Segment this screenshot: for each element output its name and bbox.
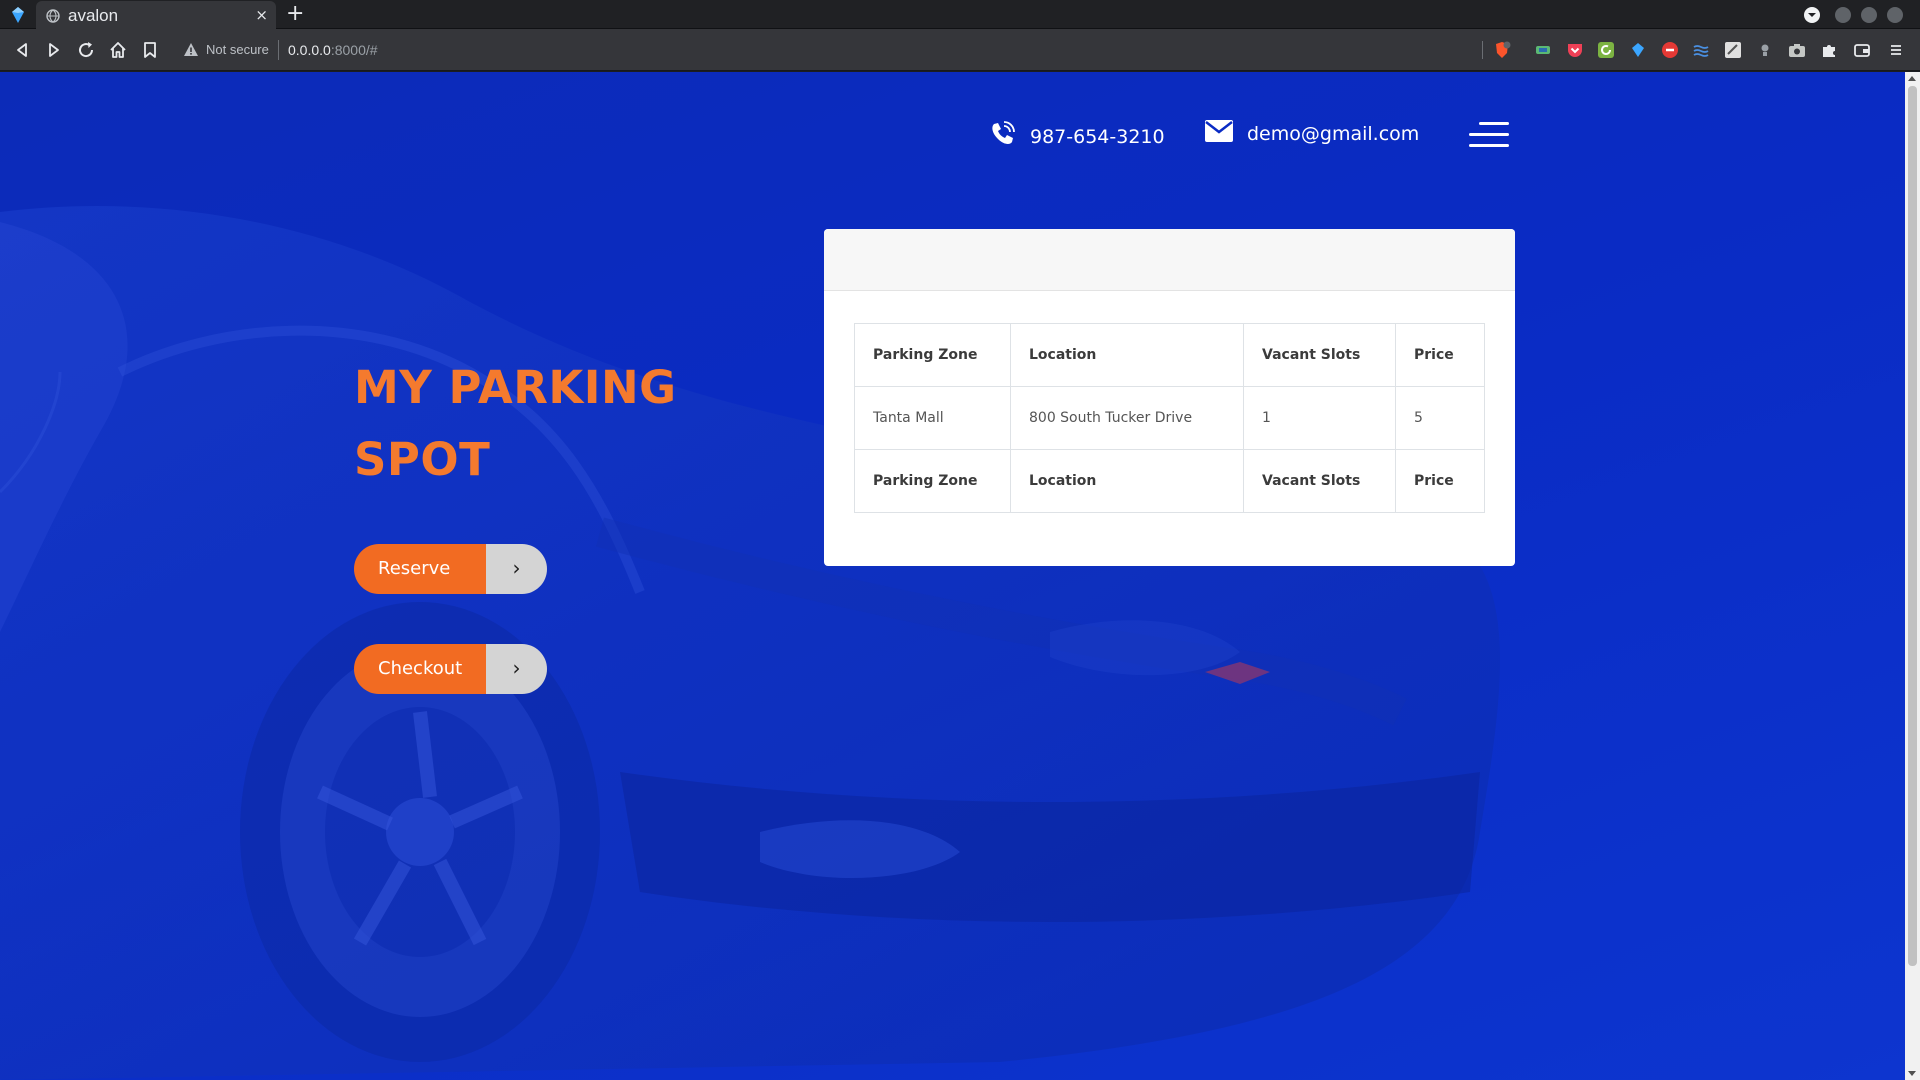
security-label[interactable]: Not secure [206,42,269,57]
new-tab-button[interactable]: + [286,2,304,26]
checkout-button[interactable]: Checkout › [354,644,547,694]
extension-refresh-icon[interactable] [1597,41,1615,59]
table-footer-row: Parking Zone Location Vacant Slots Price [854,449,1485,513]
menu-line-top [1479,122,1509,125]
screenshot-icon[interactable] [1788,41,1806,59]
parking-card: Parking Zone Location Vacant Slots Price… [824,229,1515,566]
extension-waves-icon[interactable] [1692,41,1710,59]
extension-green-icon[interactable] [1534,41,1552,59]
browser-tab-bar: avalon × + [0,0,1920,29]
browser-menu-icon[interactable] [1887,41,1905,59]
wallet-icon[interactable] [1853,41,1871,59]
back-icon[interactable] [10,38,34,62]
menu-line-middle [1469,133,1509,136]
checkout-button-label: Checkout [354,644,486,694]
menu-line-bottom [1469,144,1509,147]
extension-red-icon[interactable] [1661,41,1679,59]
envelope-icon [1205,120,1233,147]
url-path: :8000/# [330,42,378,58]
browser-toolbar: Not secure 0.0.0.0:8000/# [0,29,1920,71]
table-row[interactable]: Tanta Mall 800 South Tucker Drive 1 5 [854,386,1485,450]
extension-diamond-icon[interactable] [1629,41,1647,59]
reload-icon[interactable] [74,38,98,62]
column-header-vacant-slots: Vacant Slots [1243,323,1396,387]
vertical-scrollbar[interactable] [1905,72,1920,1080]
table-header-row: Parking Zone Location Vacant Slots Price [854,323,1485,387]
url-divider [278,40,279,60]
cell-location: 800 South Tucker Drive [1010,386,1244,450]
scrollbar-thumb[interactable] [1908,86,1917,966]
scroll-down-arrow-icon[interactable] [1908,1071,1916,1076]
globe-icon [46,8,60,23]
email-address: demo@gmail.com [1247,122,1420,145]
email-contact[interactable]: demo@gmail.com [1205,120,1419,147]
footer-vacant-slots: Vacant Slots [1243,449,1396,513]
extensions-puzzle-icon[interactable] [1820,41,1838,59]
column-header-parking-zone: Parking Zone [854,323,1011,387]
brave-menu-icon[interactable] [8,5,28,25]
maximize-button[interactable] [1861,7,1877,23]
reserve-button[interactable]: Reserve › [354,544,547,594]
brave-shields-icon[interactable] [1493,41,1511,59]
tab-search-icon[interactable] [1804,7,1820,23]
extensions-divider [1482,41,1483,59]
column-header-location: Location [1010,323,1244,387]
phone-number: 987-654-3210 [1030,125,1165,148]
extension-note-icon[interactable] [1724,41,1742,59]
chevron-right-icon: › [486,644,547,694]
tab-title: avalon [68,6,119,25]
pocket-icon[interactable] [1566,41,1584,59]
menu-icon[interactable] [1469,122,1509,148]
close-window-button[interactable] [1887,7,1903,23]
browser-tab[interactable]: avalon × [36,1,276,29]
footer-parking-zone: Parking Zone [854,449,1011,513]
cell-price: 5 [1395,386,1485,450]
footer-location: Location [1010,449,1244,513]
minimize-button[interactable] [1835,7,1851,23]
bookmark-icon[interactable] [138,38,162,62]
reserve-button-label: Reserve [354,544,486,594]
extension-bulb-icon[interactable] [1756,41,1774,59]
home-icon[interactable] [106,38,130,62]
card-header [824,229,1515,291]
tab-close-icon[interactable]: × [255,6,268,24]
phone-icon [988,120,1016,153]
address-bar[interactable]: 0.0.0.0:8000/# [288,42,378,58]
chevron-right-icon: › [486,544,547,594]
column-header-price: Price [1395,323,1485,387]
cell-vacant-slots: 1 [1243,386,1396,450]
car-background-image [0,206,1500,1080]
cell-parking-zone: Tanta Mall [854,386,1011,450]
phone-contact[interactable]: 987-654-3210 [988,120,1165,153]
hero-title: MY PARKING SPOT [354,361,677,486]
parking-table: Parking Zone Location Vacant Slots Price… [854,323,1485,513]
footer-price: Price [1395,449,1485,513]
forward-icon[interactable] [42,38,66,62]
url-host: 0.0.0.0 [288,42,331,58]
page-viewport: 987-654-3210 demo@gmail.com MY PARKING S… [0,72,1905,1080]
scroll-up-arrow-icon[interactable] [1908,76,1916,81]
warning-icon[interactable] [183,42,199,58]
